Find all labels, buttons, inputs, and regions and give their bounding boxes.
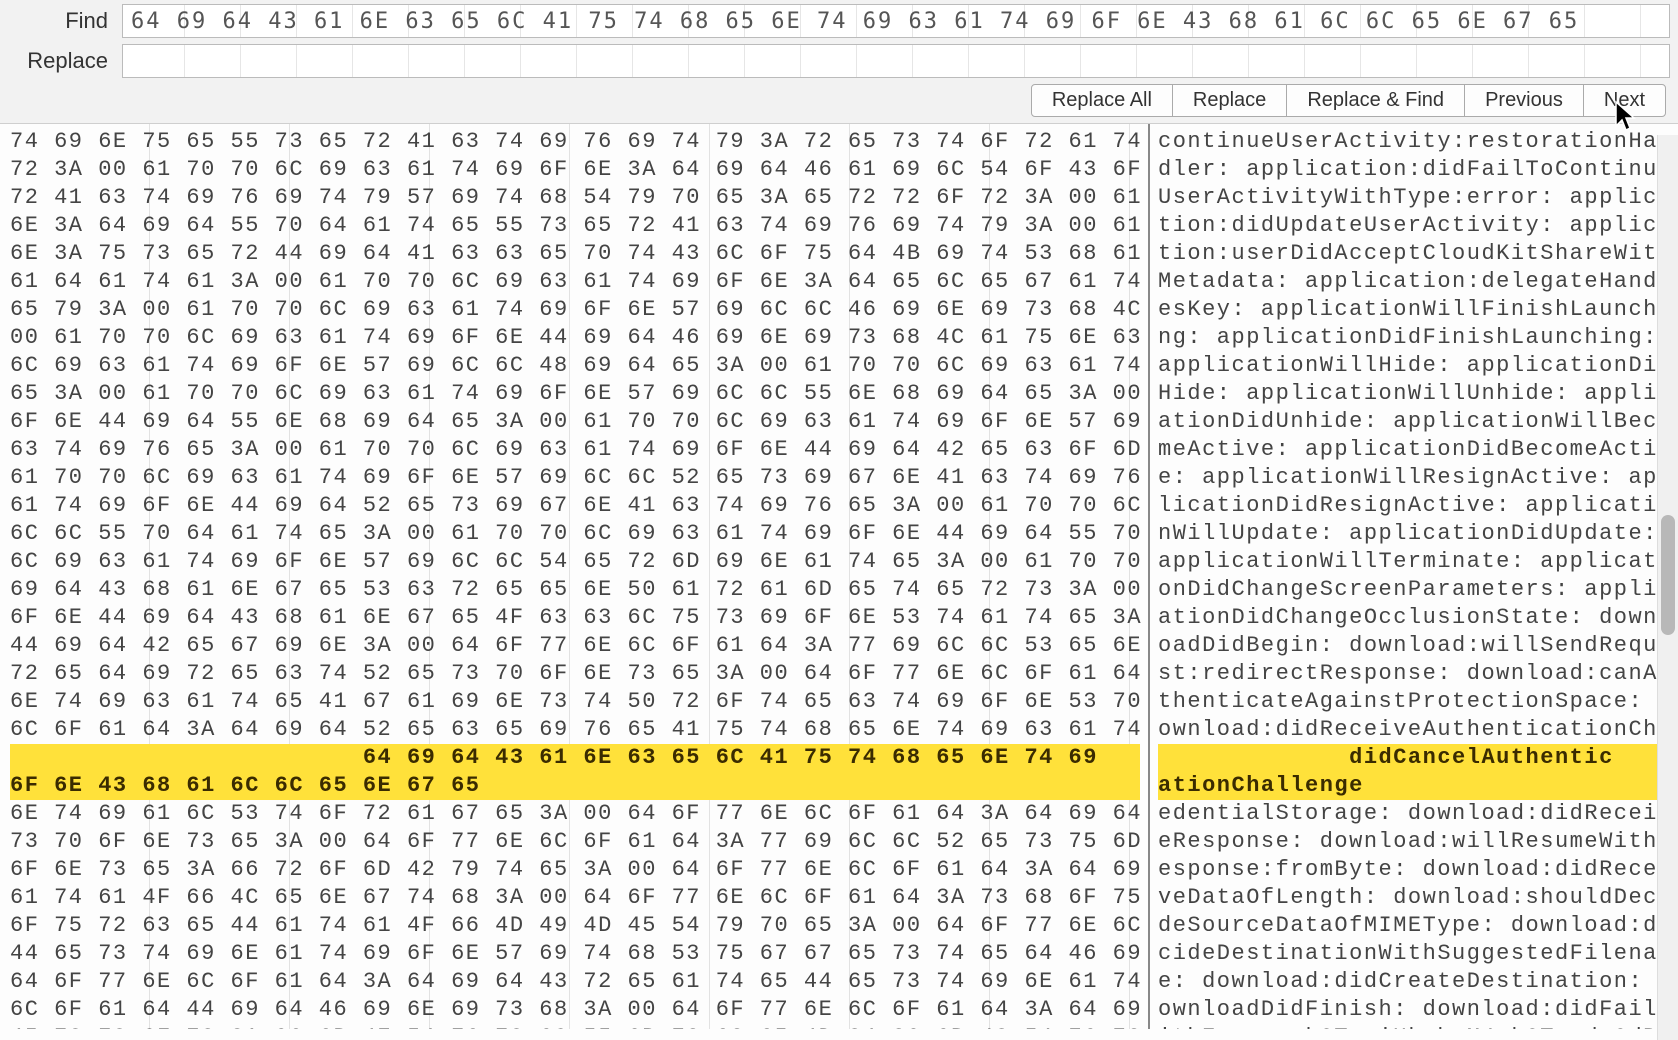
data-line: 73 70 6F 6E 73 65 3A 00 64 6F 77 6E 6C 6… bbox=[10, 828, 1140, 856]
data-line: 69 64 43 68 61 6E 67 65 53 63 72 65 65 6… bbox=[10, 576, 1140, 604]
data-line: edentialStorage: download:didReceiv bbox=[1158, 800, 1670, 828]
data-line: 61 64 61 74 61 3A 00 61 70 70 6C 69 63 6… bbox=[10, 268, 1140, 296]
data-line: ationDidUnhide: applicationWillBeco bbox=[1158, 408, 1670, 436]
data-line: 6E 3A 75 73 65 72 44 69 64 41 63 63 65 7… bbox=[10, 240, 1140, 268]
data-line: nWillUpdate: applicationDidUpdate: bbox=[1158, 520, 1670, 548]
replace-button[interactable]: Replace bbox=[1172, 84, 1287, 117]
data-line: 6E 74 69 61 6C 53 74 6F 72 61 67 65 3A 0… bbox=[10, 800, 1140, 828]
find-label: Find bbox=[8, 8, 122, 34]
data-line: 6E 74 69 63 61 74 65 41 67 61 69 6E 73 7… bbox=[10, 688, 1140, 716]
data-line: eResponse: download:willResumeWithR bbox=[1158, 828, 1670, 856]
data-line: 6C 6F 61 64 44 69 64 46 69 6E 69 73 68 3… bbox=[10, 996, 1140, 1024]
data-line: e: applicationWillResignActive: app bbox=[1158, 464, 1670, 492]
data-line: ng: applicationDidFinishLaunching: bbox=[1158, 324, 1670, 352]
highlighted-line: didCancelAuthentic bbox=[1158, 744, 1670, 772]
data-line: 65 3A 00 61 70 70 6C 69 63 61 74 69 6F 6… bbox=[10, 380, 1140, 408]
data-line: ownload:didReceiveAuthenticationCha bbox=[1158, 716, 1670, 744]
data-line: ationDidChangeOcclusionState: downl bbox=[1158, 604, 1670, 632]
data-line: 45 72 72 6F 72 3A 00 6B 47 54 76 73 69 5… bbox=[10, 1024, 1140, 1029]
data-line: UserActivityWithType:error: applica bbox=[1158, 184, 1670, 212]
data-line: oadDidBegin: download:willSendReque bbox=[1158, 632, 1670, 660]
highlighted-line: 6F 6E 43 68 61 6C 6C 65 6E 67 65 bbox=[10, 772, 1140, 800]
data-line: tion:userDidAcceptCloudKitShareWith bbox=[1158, 240, 1670, 268]
vertical-scrollbar[interactable] bbox=[1657, 135, 1678, 1040]
data-line: 6C 69 63 61 74 69 6F 6E 57 69 6C 6C 54 6… bbox=[10, 548, 1140, 576]
replace-find-button[interactable]: Replace & Find bbox=[1286, 84, 1465, 117]
find-input[interactable] bbox=[122, 4, 1670, 38]
data-line: 61 74 69 6F 6E 44 69 64 52 65 73 69 67 6… bbox=[10, 492, 1140, 520]
data-line: Metadata: application:delegateHandl bbox=[1158, 268, 1670, 296]
hex-editor-content: 74 69 6E 75 65 55 73 65 72 41 63 74 69 7… bbox=[0, 124, 1678, 1029]
data-line: deSourceDataOfMIMEType: download:de bbox=[1158, 912, 1670, 940]
data-line: ithError: kGTvsiUksbeM4 kCTvsdz0dBI bbox=[1158, 1024, 1670, 1029]
data-line: 61 74 61 4F 66 4C 65 6E 67 74 68 3A 00 6… bbox=[10, 884, 1140, 912]
data-line: 6C 6C 55 70 64 61 74 65 3A 00 61 70 70 6… bbox=[10, 520, 1140, 548]
data-line: onDidChangeScreenParameters: applic bbox=[1158, 576, 1670, 604]
data-line: 6F 6E 73 65 3A 66 72 6F 6D 42 79 74 65 3… bbox=[10, 856, 1140, 884]
data-line: applicationWillTerminate: applicati bbox=[1158, 548, 1670, 576]
data-line: tion:didUpdateUserActivity: applica bbox=[1158, 212, 1670, 240]
highlighted-line: 64 69 64 43 61 6E 63 65 6C 41 75 74 68 6… bbox=[10, 744, 1140, 772]
data-line: Hide: applicationWillUnhide: applic bbox=[1158, 380, 1670, 408]
data-line: 44 65 73 74 69 6E 61 74 69 6F 6E 57 69 7… bbox=[10, 940, 1140, 968]
data-line: 6C 69 63 61 74 69 6F 6E 57 69 6C 6C 48 6… bbox=[10, 352, 1140, 380]
button-row: Replace All Replace Replace & Find Previ… bbox=[8, 84, 1670, 117]
data-line: esponse:fromByte: download:didRecei bbox=[1158, 856, 1670, 884]
data-line: 44 69 64 42 65 67 69 6E 3A 00 64 6F 77 6… bbox=[10, 632, 1140, 660]
ascii-column[interactable]: continueUserActivity:restorationHa…dler:… bbox=[1150, 124, 1678, 1029]
previous-button[interactable]: Previous bbox=[1464, 84, 1584, 117]
data-line: 64 6F 77 6E 6C 6F 61 64 3A 64 69 64 43 7… bbox=[10, 968, 1140, 996]
data-line: 61 70 70 6C 69 63 61 74 69 6F 6E 57 69 6… bbox=[10, 464, 1140, 492]
data-line: ownloadDidFinish: download:didFailW bbox=[1158, 996, 1670, 1024]
data-line: thenticateAgainstProtectionSpace: d bbox=[1158, 688, 1670, 716]
hex-column[interactable]: 74 69 6E 75 65 55 73 65 72 41 63 74 69 7… bbox=[0, 124, 1150, 1029]
data-line: esKey: applicationWillFinishLaunchi bbox=[1158, 296, 1670, 324]
data-line: veDataOfLength: download:shouldDeco bbox=[1158, 884, 1670, 912]
data-line: 6F 75 72 63 65 44 61 74 61 4F 66 4D 49 4… bbox=[10, 912, 1140, 940]
data-line: 65 79 3A 00 61 70 70 6C 69 63 61 74 69 6… bbox=[10, 296, 1140, 324]
replace-all-button[interactable]: Replace All bbox=[1031, 84, 1173, 117]
data-line: 72 65 64 69 72 65 63 74 52 65 73 70 6F 6… bbox=[10, 660, 1140, 688]
data-line: dler: application:didFailToContinue bbox=[1158, 156, 1670, 184]
data-line: 6C 6F 61 64 3A 64 69 64 52 65 63 65 69 7… bbox=[10, 716, 1140, 744]
replace-input[interactable] bbox=[122, 44, 1670, 78]
data-line: 00 61 70 70 6C 69 63 61 74 69 6F 6E 44 6… bbox=[10, 324, 1140, 352]
replace-row: Replace bbox=[8, 44, 1670, 78]
replace-label: Replace bbox=[8, 48, 122, 74]
data-line: 72 3A 00 61 70 70 6C 69 63 61 74 69 6F 6… bbox=[10, 156, 1140, 184]
data-line: 63 74 69 76 65 3A 00 61 70 70 6C 69 63 6… bbox=[10, 436, 1140, 464]
data-line: 6E 3A 64 69 64 55 70 64 61 74 65 55 73 6… bbox=[10, 212, 1140, 240]
find-row: Find bbox=[8, 4, 1670, 38]
data-line: 6F 6E 44 69 64 55 6E 68 69 64 65 3A 00 6… bbox=[10, 408, 1140, 436]
highlighted-line: ationChallenge bbox=[1158, 772, 1670, 800]
data-line: licationDidResignActive: applicatio bbox=[1158, 492, 1670, 520]
data-line: e: download:didCreateDestination: d bbox=[1158, 968, 1670, 996]
find-replace-panel: Find Replace Replace All Replace Replace… bbox=[0, 0, 1678, 124]
next-button[interactable]: Next bbox=[1583, 84, 1666, 117]
data-line: st:redirectResponse: download:canAu bbox=[1158, 660, 1670, 688]
data-line: continueUserActivity:restorationHa… bbox=[1158, 128, 1670, 156]
data-line: applicationWillHide: applicationDid bbox=[1158, 352, 1670, 380]
data-line: meActive: applicationDidBecomeActiv bbox=[1158, 436, 1670, 464]
scrollbar-thumb[interactable] bbox=[1661, 515, 1675, 635]
data-line: cideDestinationWithSuggestedFilenam bbox=[1158, 940, 1670, 968]
data-line: 72 41 63 74 69 76 69 74 79 57 69 74 68 5… bbox=[10, 184, 1140, 212]
data-line: 6F 6E 44 69 64 43 68 61 6E 67 65 4F 63 6… bbox=[10, 604, 1140, 632]
data-line: 74 69 6E 75 65 55 73 65 72 41 63 74 69 7… bbox=[10, 128, 1140, 156]
